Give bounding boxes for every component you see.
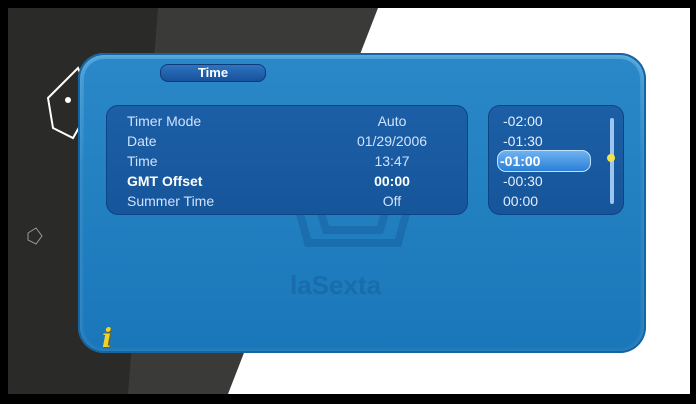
setting-label: Summer Time: [127, 193, 215, 209]
setting-value: 01/29/2006: [356, 133, 428, 149]
offset-option[interactable]: 00:00: [503, 191, 599, 211]
info-icon: i: [102, 324, 112, 354]
setting-row-summer-time[interactable]: Summer Time Off: [127, 191, 447, 211]
setting-value: Auto: [377, 113, 407, 129]
setting-label: Time: [127, 153, 158, 169]
tv-screen: laSexta Time Timer Mode Auto Date 01/29/…: [8, 8, 690, 394]
setting-row-date[interactable]: Date 01/29/2006: [127, 131, 447, 151]
setting-row-timer-mode[interactable]: Timer Mode Auto: [127, 111, 447, 131]
watermark-text: laSexta: [290, 270, 382, 300]
setting-value: Off: [382, 193, 402, 209]
setting-value: 00:00: [374, 173, 410, 189]
window-title: Time: [160, 64, 266, 82]
setting-label: GMT Offset: [127, 173, 203, 189]
offset-option[interactable]: -01:30: [503, 131, 599, 151]
setting-row-gmt-offset[interactable]: GMT Offset 00:00: [127, 171, 447, 191]
setting-value: 13:47: [374, 153, 410, 169]
setting-row-time[interactable]: Time 13:47: [127, 151, 447, 171]
gmt-offset-list: -02:00 -01:30 -01:00 -00:30 00:00: [488, 105, 624, 215]
offset-option[interactable]: -02:00: [503, 111, 599, 131]
scrollbar-thumb[interactable]: [607, 154, 615, 162]
offset-list-scrollbar[interactable]: [607, 118, 615, 204]
setting-label: Timer Mode: [127, 113, 202, 129]
offset-option[interactable]: -00:30: [503, 171, 599, 191]
settings-list: Timer Mode Auto Date 01/29/2006 Time 13:…: [106, 105, 468, 215]
offset-option-selected[interactable]: -01:00: [497, 150, 591, 172]
setting-label: Date: [127, 133, 157, 149]
